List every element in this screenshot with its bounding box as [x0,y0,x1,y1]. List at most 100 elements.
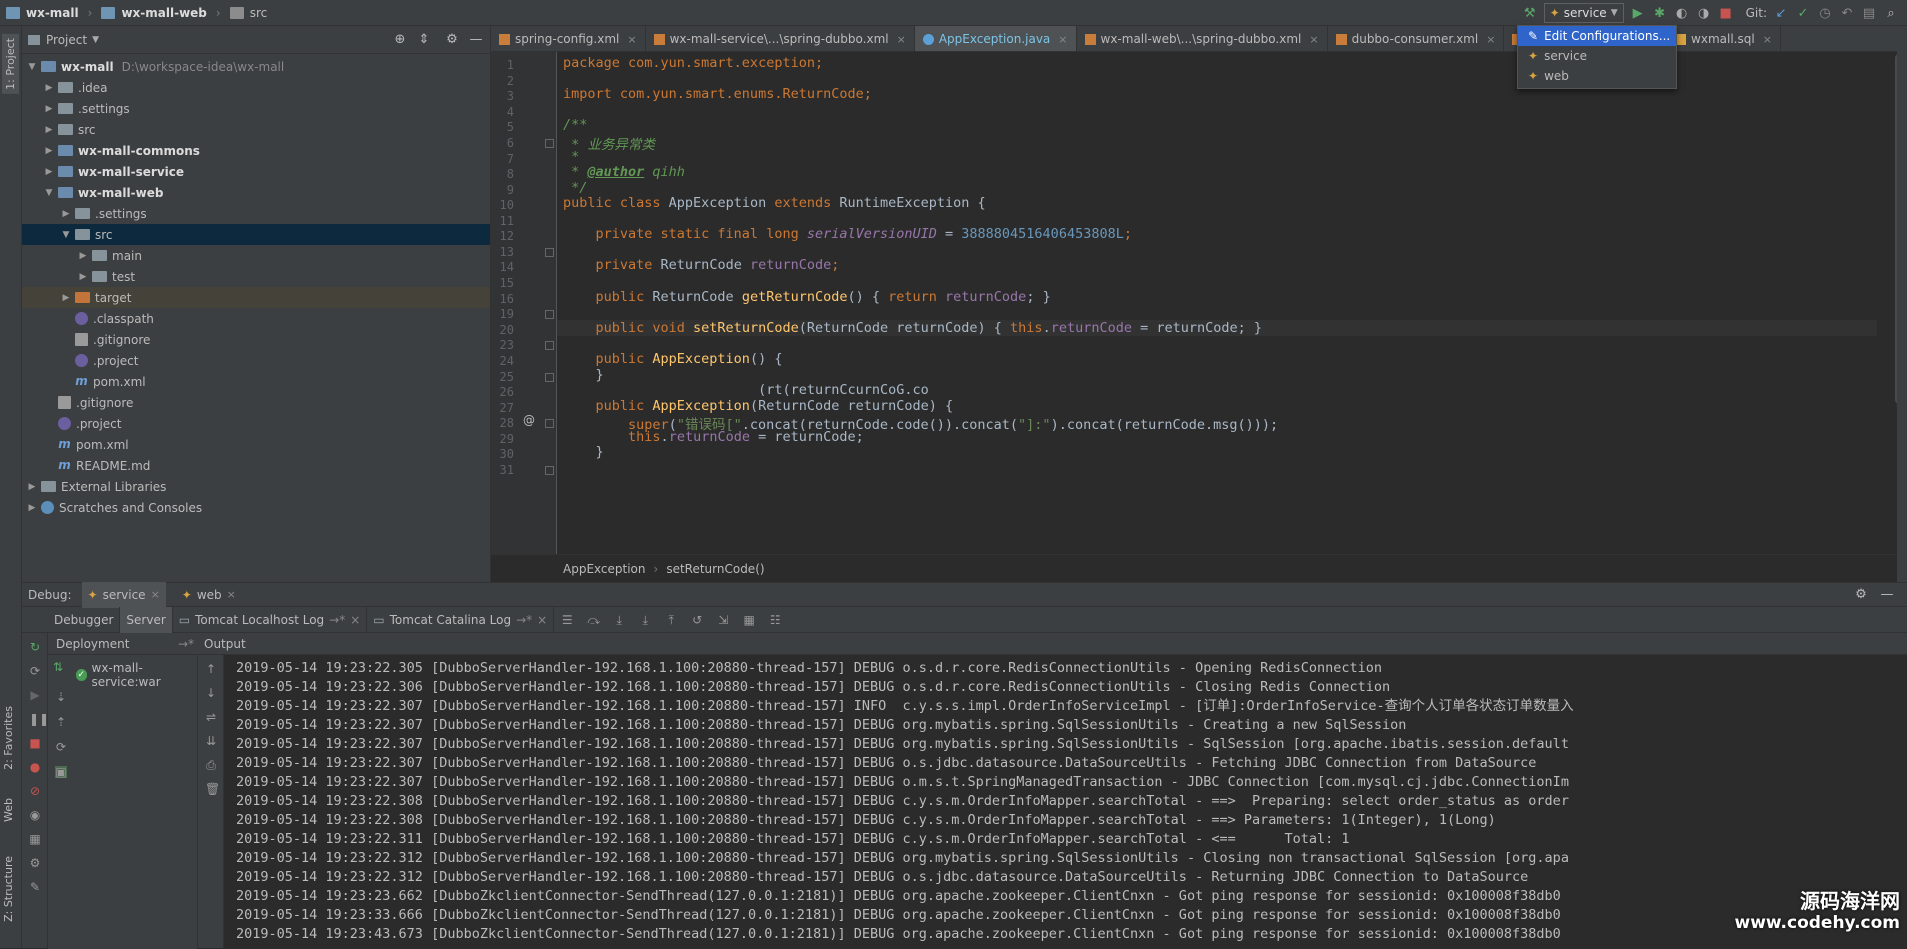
git-revert-icon[interactable]: ↶ [1839,5,1855,21]
editor-tab[interactable]: spring-config.xml × [491,26,646,51]
tree-item[interactable]: .classpath [22,308,490,329]
tree-item[interactable]: ▼ wx-mall D:\workspace-idea\wx-mall [22,56,490,77]
gear-icon[interactable]: ⚙ [1853,587,1869,603]
git-update-icon[interactable]: ↙ [1773,5,1789,21]
tree-item[interactable]: ▶ test [22,266,490,287]
view-breakpoints-icon[interactable]: ● [29,761,41,773]
undeploy-icon[interactable]: ⇡ [55,716,67,728]
tab-server[interactable]: Server [120,606,173,633]
resume-icon[interactable]: ▶ [29,689,41,701]
tree-item[interactable]: .gitignore [22,392,490,413]
rerun-icon[interactable]: ↻ [29,641,41,653]
scroll-to-end-icon[interactable]: ⇊ [205,735,217,747]
redeploy-icon[interactable]: ⇣ [55,691,67,703]
tree-item[interactable]: .project [22,350,490,371]
expanded-arrow-icon[interactable]: ▼ [26,62,38,72]
favorites-tool-tab[interactable]: 2: Favorites [2,706,15,770]
breadcrumb-item[interactable]: wx-mall [26,6,79,20]
hide-panel-icon[interactable]: — [468,32,484,48]
project-view-select[interactable]: Project [46,33,87,47]
collapsed-arrow-icon[interactable]: ▶ [60,293,72,303]
coverage-icon[interactable]: ▣ [55,766,67,778]
web-config-item[interactable]: ✦ web [1518,66,1676,86]
tree-item[interactable]: m README.md [22,455,490,476]
project-tool-tab[interactable]: 1: Project [2,34,19,94]
refresh-icon[interactable]: ⟳ [55,741,67,753]
tree-item[interactable]: ▶ Scratches and Consoles [22,497,490,518]
web-tool-tab[interactable]: Web [2,798,15,822]
search-everywhere-icon[interactable]: ⌕ [1883,5,1899,21]
collapsed-arrow-icon[interactable]: ▶ [60,209,72,219]
service-config-item[interactable]: ✦ service [1518,46,1676,66]
close-icon[interactable]: × [1486,33,1495,46]
camera-icon[interactable]: ◉ [29,809,41,821]
gear-icon[interactable]: ⚙ [444,32,460,48]
close-icon[interactable]: × [897,33,906,46]
close-icon[interactable]: × [1763,33,1772,46]
refresh-icon[interactable]: ⟳ [29,665,41,677]
step-out-icon[interactable]: ⤒ [665,614,677,626]
console-output[interactable]: 2019-05-14 19:23:22.305 [DubboServerHand… [224,655,1907,949]
tree-item[interactable]: .project [22,413,490,434]
collapsed-arrow-icon[interactable]: ▶ [26,482,38,492]
editor-tab[interactable]: wxmall.sql × [1667,26,1781,51]
step-into-icon[interactable]: ⤓ [613,614,625,626]
up-arrow-icon[interactable]: ↑ [205,663,217,675]
collapsed-arrow-icon[interactable]: ▶ [77,251,89,261]
mute-breakpoints-icon[interactable]: ⊘ [29,785,41,797]
deploy-icon[interactable]: ⇅ [52,661,64,673]
close-icon[interactable]: × [1309,33,1318,46]
expanded-arrow-icon[interactable]: ▼ [60,230,72,240]
debug-session-service[interactable]: ✦ service × [81,581,166,608]
tree-item[interactable]: ▶ src [22,119,490,140]
profile-icon[interactable]: ◑ [1696,5,1712,21]
tab-tomcat-localhost-log[interactable]: ▭ Tomcat Localhost Log →* × [173,606,368,633]
trace-icon[interactable]: ☷ [769,614,781,626]
layout-icon[interactable]: ▦ [29,833,41,845]
coverage-icon[interactable]: ◐ [1674,5,1690,21]
stop-icon[interactable]: ■ [1718,5,1734,21]
tree-item[interactable]: ▶ main [22,245,490,266]
collapsed-arrow-icon[interactable]: ▶ [43,167,55,177]
project-structure-icon[interactable]: ▤ [1861,5,1877,21]
force-step-into-icon[interactable]: ⤓ [639,614,651,626]
close-icon[interactable]: × [537,613,547,627]
tree-item[interactable]: .gitignore [22,329,490,350]
print-icon[interactable]: ⎙ [205,759,217,771]
run-configuration-select[interactable]: ✦ service ▼ [1543,3,1624,23]
tree-item[interactable]: ▶ .idea [22,77,490,98]
chevron-down-icon[interactable]: ▼ [92,35,99,45]
down-arrow-icon[interactable]: ↓ [205,687,217,699]
edit-configurations-item[interactable]: ✎ Edit Configurations... [1518,26,1676,46]
collapsed-arrow-icon[interactable]: ▶ [43,83,55,93]
close-icon[interactable]: × [1058,33,1067,46]
collapsed-arrow-icon[interactable]: ▶ [43,146,55,156]
breadcrumb-class[interactable]: AppException [563,562,646,576]
tree-item[interactable]: ▶ wx-mall-service [22,161,490,182]
evaluate-icon[interactable]: ▦ [743,614,755,626]
run-to-cursor-icon[interactable]: ⇲ [717,614,729,626]
soft-wrap-icon[interactable]: ⇌ [205,711,217,723]
tree-item[interactable]: ▶ External Libraries [22,476,490,497]
drop-frame-icon[interactable]: ↺ [691,614,703,626]
tree-item[interactable]: ▶ .settings [22,203,490,224]
git-commit-icon[interactable]: ✓ [1795,5,1811,21]
collapse-all-icon[interactable]: ⇕ [416,32,432,48]
collapsed-arrow-icon[interactable]: ▶ [77,272,89,282]
hide-panel-icon[interactable]: — [1879,587,1895,603]
menu-icon[interactable]: ☰ [561,614,573,626]
editor-tab[interactable]: AppException.java × [914,26,1077,51]
tree-item[interactable]: m pom.xml [22,434,490,455]
locate-icon[interactable]: ⊕ [392,32,408,48]
stop-icon[interactable]: ■ [29,737,41,749]
tab-debugger[interactable]: Debugger [48,606,121,633]
tree-item[interactable]: ▶ .settings [22,98,490,119]
collapsed-arrow-icon[interactable]: ▶ [26,503,38,513]
step-over-icon[interactable]: ⤼ [587,614,600,626]
editor-tab[interactable]: dubbo-consumer.xml × [1328,26,1505,51]
trash-icon[interactable]: 🗑 [205,783,220,795]
close-icon[interactable]: × [350,613,360,627]
editor-tab[interactable]: wx-mall-web\...\spring-dubbo.xml × [1077,26,1328,51]
gear-icon[interactable]: ⚙ [29,857,41,869]
debug-bug-icon[interactable]: ✱ [1652,5,1668,21]
